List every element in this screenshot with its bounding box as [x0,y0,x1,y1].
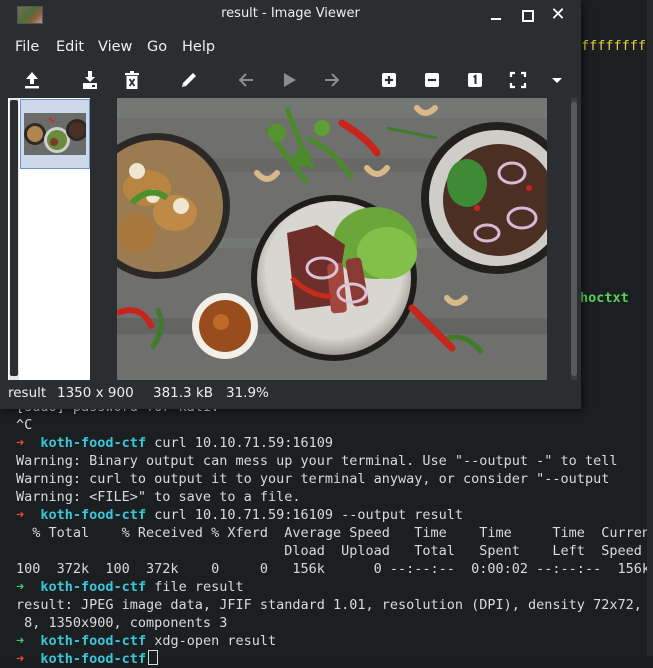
close-icon: ✕ [550,4,566,25]
play-icon [284,73,296,87]
prompt-directory: koth-food-ctf [40,435,147,451]
prompt-arrow-icon: ➜ [16,579,25,595]
edit-button[interactable] [177,68,201,92]
delete-icon [125,71,139,89]
terminal-warning-2: Warning: curl to output it to your termi… [16,471,610,487]
prompt-command: curl 10.10.71.59:16109 [146,435,334,451]
prompt-directory: koth-food-ctf [40,507,147,523]
maximize-button[interactable] [517,5,537,25]
fit-window-button[interactable] [506,68,530,92]
terminal-prompt-3: ➜ koth-food-ctf file result [16,578,244,596]
back-arrow-icon [238,73,253,87]
prompt-directory: koth-food-ctf [40,651,147,667]
terminal-warning-3: Warning: <FILE>" to save to a file. [16,489,301,505]
menu-go[interactable]: Go [147,39,167,55]
terminal-scrollbar[interactable] [647,0,653,656]
zoom-original-icon [468,73,482,87]
minimize-button[interactable] [486,5,506,25]
menu-bar: File Edit View Go Help [0,33,581,61]
curl-progress-header-1: % Total % Received % Xferd Average Speed… [16,525,653,541]
terminal-line-ctrl-c: ^C [16,417,33,433]
thumbnail-result[interactable] [20,99,90,169]
window-titlebar[interactable]: result - Image Viewer ✕ [0,0,581,30]
more-options-button[interactable] [545,68,569,92]
file-output-line-1: result: JPEG image data, JFIF standard 1… [16,597,653,613]
save-button[interactable] [78,68,102,92]
edit-pencil-icon [182,73,196,87]
toolbar [0,64,581,96]
status-dimensions: 1350 x 900 [57,385,134,401]
curl-progress-header-2: Dload Upload Total Spent Left Speed [16,543,642,559]
slideshow-button[interactable] [277,68,301,92]
curl-progress-values: 100 372k 100 372k 0 0 156k 0 --:--:-- 0:… [16,561,650,577]
next-button[interactable] [320,68,344,92]
prompt-arrow-icon: ➜ [16,507,25,523]
zoom-in-icon [382,73,396,87]
image-viewer-window: result - Image Viewer ✕ File Edit View G… [0,0,581,409]
food-photo-image[interactable] [117,98,547,380]
prompt-command: curl 10.10.71.59:16109 --output result [146,507,464,523]
prompt-directory: koth-food-ctf [40,579,147,595]
prompt-command: xdg-open result [146,633,277,649]
terminal-prompt-5[interactable]: ➜ koth-food-ctf [16,650,159,668]
menu-view[interactable]: View [98,39,132,55]
forward-arrow-icon [325,73,340,87]
status-bar: result 1350 x 900 381.3 kB 31.9% [0,382,581,406]
status-filename: result [8,385,47,401]
previous-button[interactable] [234,68,258,92]
terminal-prompt-1: ➜ koth-food-ctf curl 10.10.71.59:16109 [16,434,333,452]
status-zoom: 31.9% [226,385,269,401]
menu-edit[interactable]: Edit [56,39,84,55]
zoom-out-icon [425,73,439,87]
prompt-arrow-icon: ➜ [16,435,25,451]
minimize-icon [491,18,501,20]
prompt-arrow-icon: ➜ [16,651,25,667]
terminal-warning-1: Warning: Binary output can mess up your … [16,453,618,469]
save-icon [83,71,97,89]
zoom-in-button[interactable] [377,68,401,92]
menu-file[interactable]: File [15,39,39,55]
upload-icon [25,72,39,89]
menu-help[interactable]: Help [182,39,215,55]
terminal-hoctxt-fragment: hoctxt [580,290,629,306]
file-output-line-2: 8, 1350x900, components 3 [16,615,228,631]
zoom-original-button[interactable] [463,68,487,92]
terminal-prompt-2: ➜ koth-food-ctf curl 10.10.71.59:16109 -… [16,506,463,524]
maximize-icon [522,10,534,22]
canvas-scrollbar-thumb[interactable] [571,102,577,376]
terminal-prompt-4: ➜ koth-food-ctf xdg-open result [16,632,276,650]
status-file-size: 381.3 kB [153,385,214,401]
prompt-arrow-icon: ➜ [16,633,25,649]
terminal-hex-fragment: ffffffff8 [581,38,653,54]
delete-button[interactable] [120,68,144,92]
prompt-directory: koth-food-ctf [40,633,147,649]
close-button[interactable]: ✕ [548,5,568,25]
prompt-command: file result [146,579,244,595]
dropdown-menu-icon [552,78,562,83]
fit-window-icon [509,71,527,89]
sidebar-scrollbar-thumb[interactable] [10,100,18,376]
terminal-cursor [148,650,159,665]
open-button[interactable] [20,68,44,92]
zoom-out-button[interactable] [420,68,444,92]
thumbnail-image [24,113,86,155]
